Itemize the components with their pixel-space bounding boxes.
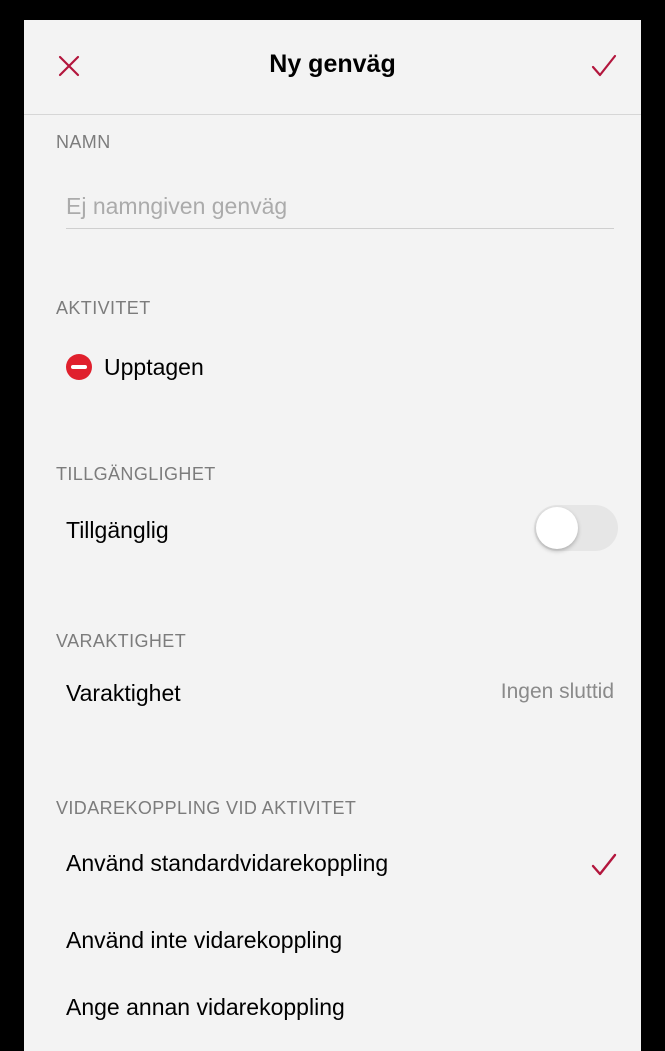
forwarding-option-default[interactable]: Använd standardvidarekoppling: [24, 838, 641, 892]
forwarding-option-none[interactable]: Använd inte vidarekoppling: [24, 915, 641, 969]
activity-status-label: Upptagen: [104, 353, 204, 380]
nav-bar: Ny genväg: [24, 20, 641, 115]
selected-checkmark: [589, 848, 619, 882]
toggle-knob: [536, 507, 578, 549]
checkmark-icon: [591, 853, 617, 876]
activity-status-row[interactable]: Upptagen: [66, 350, 204, 384]
forwarding-option-label: Ange annan vidarekoppling: [66, 994, 345, 1020]
section-header-name: NAMN: [56, 132, 111, 152]
section-header-forwarding: VIDAREKOPPLING VID AKTIVITET: [56, 798, 357, 818]
save-button[interactable]: [587, 46, 621, 86]
section-header-activity: AKTIVITET: [56, 298, 151, 318]
availability-label: Tillgänglig: [66, 517, 169, 543]
forwarding-option-label: Använd inte vidarekoppling: [66, 927, 343, 953]
checkmark-icon: [591, 54, 617, 77]
duration-value: Ingen sluttid: [500, 680, 614, 703]
page-title: Ny genväg: [269, 50, 396, 78]
busy-icon: [66, 354, 92, 380]
screen: Ny genväg NAMN AKTIVITET Upptagen TILLGÄ…: [0, 0, 665, 1051]
availability-toggle[interactable]: [534, 505, 618, 551]
forwarding-option-other[interactable]: Ange annan vidarekoppling: [24, 982, 641, 1036]
section-header-availability: TILLGÄNGLIGHET: [56, 464, 216, 484]
section-header-duration: VARAKTIGHET: [56, 631, 187, 651]
duration-label: Varaktighet: [66, 680, 181, 706]
forwarding-option-label: Använd standardvidarekoppling: [66, 850, 389, 876]
name-input[interactable]: [66, 184, 614, 229]
